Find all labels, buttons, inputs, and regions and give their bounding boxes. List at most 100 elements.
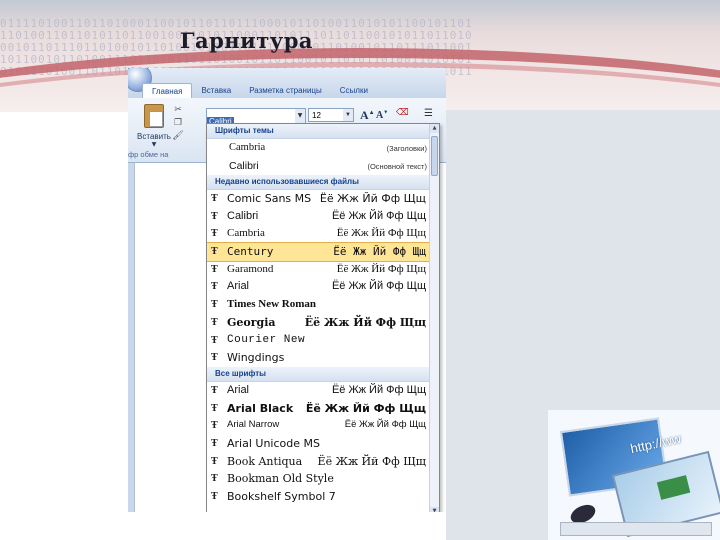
font-list-item[interactable]: Ŧ Arial Narrow Ёё Жж Йй Фф Щщ	[207, 417, 429, 435]
format-painter-icon[interactable]: 🖌	[170, 130, 186, 143]
font-name: Comic Sans MS	[227, 192, 312, 205]
font-list-item[interactable]: Ŧ Times New Roman	[207, 296, 429, 314]
grow-font-icon: A	[360, 108, 369, 122]
font-dropdown: Шрифты темы Cambria (Заголовки) Calibri (Осн…	[206, 123, 440, 512]
truetype-icon: Ŧ	[211, 281, 218, 293]
chevron-down-icon[interactable]: ▼	[343, 109, 353, 121]
font-sample: Ёё Жж Йй Фф Щщ	[331, 209, 426, 222]
font-name: Arial	[227, 383, 250, 396]
font-sample: Ёё Жж Йй Фф Щщ	[317, 454, 426, 468]
font-list: Шрифты темы Cambria (Заголовки) Calibri (Осн…	[207, 124, 430, 506]
font-name: Arial Narrow	[227, 419, 280, 431]
font-list-item[interactable]: Ŧ Courier New	[207, 332, 429, 350]
font-sample: Ёё Жж Йй Фф Щщ	[336, 262, 426, 275]
font-sample: Ёё Жж Йй Фф Щщ	[331, 383, 426, 396]
font-name-combobox[interactable]: Calibri ▼	[206, 108, 306, 126]
truetype-icon: Ŧ	[211, 263, 218, 275]
font-sample: Ёё Жж Йй Фф Щщ	[344, 419, 426, 431]
dropdown-section-header: Шрифты темы	[207, 124, 429, 139]
paste-icon	[144, 104, 164, 128]
truetype-icon: Ŧ	[211, 352, 218, 364]
tab-2[interactable]: Разметка страницы	[240, 83, 331, 98]
font-name: Courier New	[227, 333, 306, 346]
font-name: Book Antiqua	[227, 454, 303, 468]
font-sample: Ёё Жж Йй Фф Щщ	[333, 245, 426, 259]
font-list-item[interactable]: Ŧ Wingdings	[207, 349, 429, 367]
grow-font-button[interactable]: A▲	[360, 108, 375, 123]
tab-1[interactable]: Вставка	[192, 83, 240, 98]
font-list-item[interactable]: Ŧ Comic Sans MS Ёё Жж Йй Фф Щщ	[207, 190, 429, 208]
truetype-icon: Ŧ	[211, 316, 218, 328]
font-list-item[interactable]: Ŧ Century Ёё Жж Йй Фф Щщ	[207, 242, 430, 262]
vertical-ruler	[128, 163, 135, 512]
theme-font-tag: (Основной текст)	[367, 162, 427, 171]
ribbon-tab-bar: Главная Вставка Разметка страницы Ссылки	[128, 68, 446, 99]
list-icon[interactable]: ☰	[424, 108, 444, 122]
clipboard-small-buttons: ✂ ❐ 🖌	[170, 104, 186, 143]
font-name: Century	[227, 245, 274, 259]
font-list-item[interactable]: Ŧ Calibri Ёё Жж Йй Фф Щщ	[207, 208, 429, 226]
font-list-item[interactable]: Ŧ Arial Ёё Жж Йй Фф Щщ	[207, 382, 429, 400]
theme-font-name: Cambria	[229, 142, 266, 153]
font-name: Arial Black	[227, 401, 294, 415]
font-name: Cambria	[227, 227, 265, 240]
font-list-item[interactable]: Ŧ Arial Unicode MS	[207, 435, 429, 453]
cut-icon[interactable]: ✂	[170, 104, 186, 117]
truetype-icon: Ŧ	[211, 384, 218, 396]
truetype-icon: Ŧ	[211, 228, 218, 240]
theme-font-item[interactable]: Calibri (Основной текст)	[207, 157, 429, 175]
font-size-combobox[interactable]: 12 ▼	[308, 108, 354, 122]
truetype-icon: Ŧ	[211, 246, 218, 258]
font-size-value: 12	[312, 111, 321, 120]
truetype-icon: Ŧ	[211, 473, 218, 485]
truetype-icon: Ŧ	[211, 455, 218, 467]
font-list-item[interactable]: Ŧ Garamond Ёё Жж Йй Фф Щщ	[207, 261, 429, 279]
font-sample: Ёё Жж Йй Фф Щщ	[305, 401, 426, 415]
scrollbar-thumb[interactable]	[431, 136, 438, 176]
tab-0[interactable]: Главная	[142, 83, 193, 99]
truetype-icon: Ŧ	[211, 402, 218, 414]
font-sample: Ёё Жж Йй Фф Щщ	[331, 280, 426, 293]
font-sample: Ёё Жж Йй Фф Щщ	[304, 315, 426, 329]
clear-format-icon[interactable]: ⌫	[396, 108, 410, 122]
clipart-browser-bar	[560, 522, 712, 536]
font-list-item[interactable]: Ŧ Cambria Ёё Жж Йй Фф Щщ	[207, 225, 429, 243]
shrink-font-button[interactable]: A▼	[376, 110, 388, 121]
font-name: Bookman Old Style	[227, 472, 334, 486]
font-sample: Ёё Жж Йй Фф Щщ	[319, 192, 426, 205]
theme-font-tag: (Заголовки)	[386, 144, 427, 153]
font-name: Georgia	[227, 315, 276, 329]
internet-clipart: http://ww	[548, 410, 720, 540]
theme-font-name: Calibri	[229, 160, 259, 172]
font-list-item[interactable]: Ŧ Arial Black Ёё Жж Йй Фф Щщ	[207, 400, 429, 418]
dropdown-section-header: Все шрифты	[207, 366, 429, 382]
font-name: Bookshelf Symbol 7	[227, 490, 336, 503]
font-name: Arial Unicode MS	[227, 436, 320, 450]
copy-icon[interactable]: ❐	[170, 117, 186, 130]
truetype-icon: Ŧ	[211, 437, 218, 449]
scroll-up-icon[interactable]: ▲	[430, 124, 439, 133]
clipboard-group-label: фр обме на	[128, 150, 169, 159]
scroll-down-icon[interactable]: ▼	[430, 507, 439, 512]
truetype-icon: Ŧ	[211, 334, 218, 346]
font-name: Garamond	[227, 262, 274, 275]
tab-3[interactable]: Ссылки	[331, 83, 377, 98]
truetype-icon: Ŧ	[211, 193, 218, 204]
truetype-icon: Ŧ	[211, 491, 218, 502]
font-list-item[interactable]: Ŧ Georgia Ёё Жж Йй Фф Щщ	[207, 314, 429, 332]
dropdown-section-header: Недавно использовавшиеся файлы	[207, 175, 429, 190]
font-list-item[interactable]: Ŧ Bookman Old Style	[207, 470, 429, 488]
dropdown-scrollbar[interactable]: ▲ ▼	[429, 124, 439, 512]
ribbon-tabs: Главная Вставка Разметка страницы Ссылки	[142, 83, 377, 99]
truetype-icon: Ŧ	[211, 210, 218, 222]
font-name: Wingdings	[227, 351, 285, 365]
word-screenshot: Главная Вставка Разметка страницы Ссылки Вс…	[128, 68, 446, 512]
font-name: Times New Roman	[227, 298, 317, 311]
theme-font-item[interactable]: Cambria (Заголовки)	[207, 139, 429, 157]
slide-title: Гарнитура	[180, 28, 313, 53]
font-list-item[interactable]: Ŧ Book Antiqua Ёё Жж Йй Фф Щщ	[207, 453, 429, 471]
font-list-item[interactable]: Ŧ Bookshelf Symbol 7	[207, 488, 429, 506]
font-list-item[interactable]: Ŧ Arial Ёё Жж Йй Фф Щщ	[207, 278, 429, 296]
chevron-down-icon[interactable]: ▼	[295, 109, 305, 123]
font-sample: Ёё Жж Йй Фф Щщ	[336, 227, 426, 240]
